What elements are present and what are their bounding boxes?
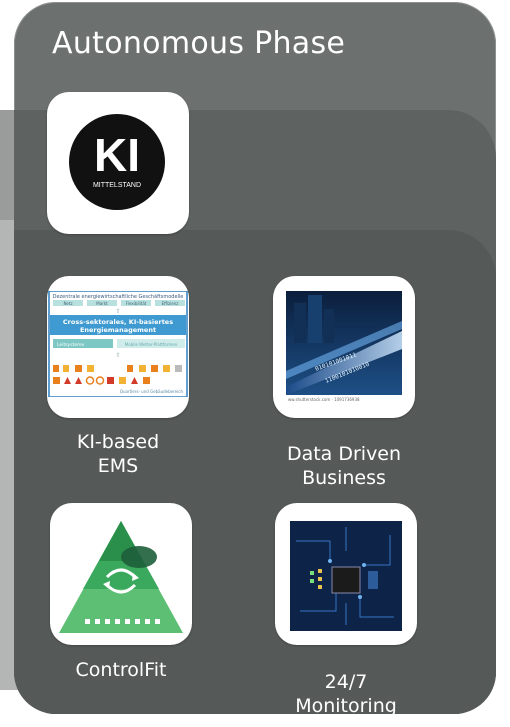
data-image-caption: ww.shutterstock.com · 1091736938 bbox=[288, 397, 360, 402]
monitoring-label: 24/7 Monitoring bbox=[266, 670, 426, 714]
ems-band-line1: Cross-sektorales, KI-basiertes bbox=[63, 318, 173, 326]
ems-tag-flex: Flexibilität bbox=[126, 301, 147, 306]
data-stream-image: 010101001011 1100101010010 ww.shuttersto… bbox=[286, 291, 402, 403]
panel-title: Autonomous Phase bbox=[52, 26, 346, 61]
data-driven-business-tile[interactable]: 010101001011 1100101010010 ww.shuttersto… bbox=[273, 276, 415, 418]
ki-ems-label-line1: KI-based bbox=[76, 431, 160, 453]
ki-ems-label: KI-based EMS bbox=[47, 430, 189, 478]
monitoring-label-line1: 24/7 bbox=[324, 671, 368, 693]
ki-logo-tile[interactable]: KI MITTELSTAND bbox=[47, 92, 189, 234]
data-driven-label-line1: Data Driven bbox=[286, 443, 402, 465]
ki-ems-label-line2: EMS bbox=[97, 455, 139, 477]
controlfit-label-line1: ControlFit bbox=[75, 659, 167, 681]
ems-tag-effizienz: Effizienz bbox=[162, 301, 179, 306]
svg-text:⇧: ⇧ bbox=[115, 308, 120, 315]
monitoring-tile[interactable] bbox=[275, 503, 417, 645]
ems-tag-netz: Netz bbox=[63, 301, 72, 306]
ems-band-line2: Energiemanagement bbox=[80, 326, 156, 334]
circuit-board-image bbox=[290, 521, 402, 631]
data-driven-business-label: Data Driven Business bbox=[264, 442, 424, 490]
logo-subtitle: MITTELSTAND bbox=[93, 182, 141, 189]
ki-ems-tile[interactable]: Dezentrale energiewirtschaftliche Geschä… bbox=[47, 276, 189, 418]
ems-right-box: Mobile Wetter-Plattformen bbox=[125, 342, 178, 347]
autonomous-phase-panel: Autonomous Phase KI MITTELSTAND Dezentra… bbox=[14, 2, 496, 714]
svg-text:⇧: ⇧ bbox=[115, 352, 120, 359]
data-driven-label-line2: Business bbox=[302, 467, 386, 489]
controlfit-pyramid-image bbox=[59, 521, 183, 633]
ems-header: Dezentrale energiewirtschaftliche Geschä… bbox=[53, 294, 184, 300]
ems-footer: Quartiers- und Gebäudebereich bbox=[120, 389, 184, 394]
ems-diagram-image: Dezentrale energiewirtschaftliche Geschä… bbox=[48, 291, 188, 397]
ems-left-box: Leitsysteme bbox=[57, 342, 84, 348]
controlfit-label: ControlFit bbox=[50, 658, 192, 682]
controlfit-tile[interactable] bbox=[50, 503, 192, 645]
logo-letters: KI bbox=[94, 129, 140, 181]
ems-tag-markt: Markt bbox=[96, 301, 108, 306]
ki-mittelstand-logo: KI MITTELSTAND bbox=[69, 114, 165, 210]
monitoring-label-line2: Monitoring bbox=[295, 695, 397, 714]
